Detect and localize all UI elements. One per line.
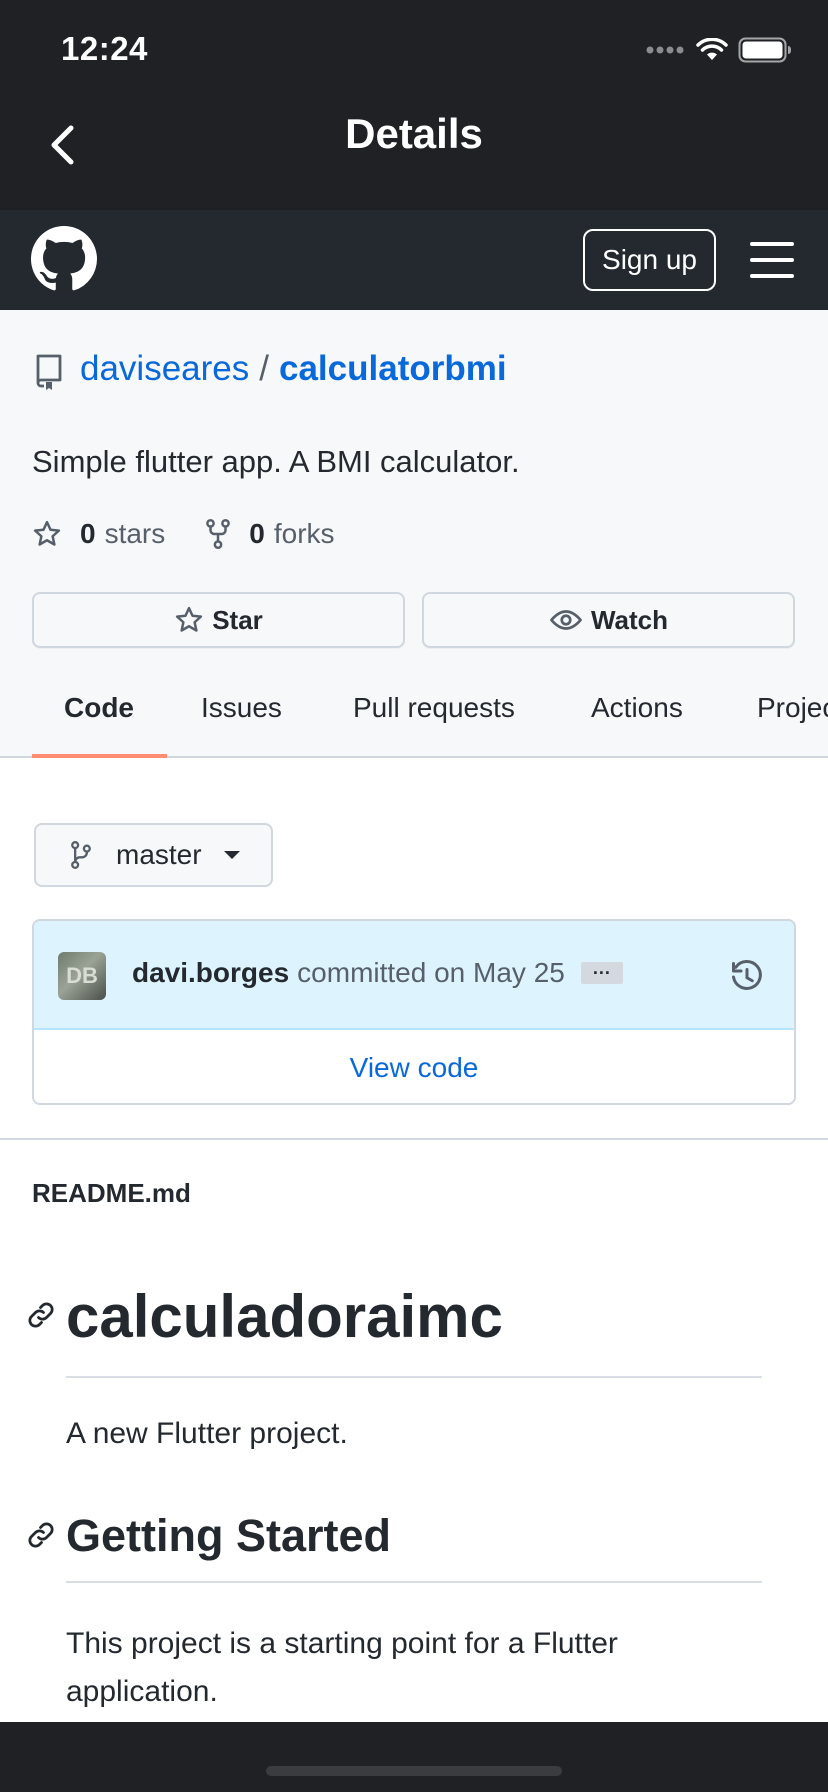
star-button-label: Star bbox=[212, 604, 263, 635]
readme-heading-2: Getting Started bbox=[66, 1510, 392, 1561]
link-icon[interactable] bbox=[26, 1520, 56, 1550]
caret-down-icon bbox=[223, 851, 240, 859]
avatar-initials: DB bbox=[66, 963, 98, 988]
hamburger-line bbox=[750, 242, 794, 246]
commit-author-link[interactable]: davi.borges bbox=[132, 957, 289, 989]
page-title: Details bbox=[345, 110, 483, 157]
watch-button[interactable]: Watch bbox=[422, 592, 795, 648]
watch-button-label: Watch bbox=[590, 604, 669, 635]
repo-icon bbox=[36, 354, 62, 390]
repo-name-link[interactable]: calculatorbmi bbox=[279, 349, 507, 389]
status-icons bbox=[646, 36, 792, 64]
signal-icon bbox=[646, 46, 684, 54]
tab-actions[interactable]: Actions bbox=[591, 672, 683, 756]
history-icon[interactable] bbox=[729, 959, 765, 995]
star-icon bbox=[176, 606, 203, 632]
stars-label: stars bbox=[104, 518, 166, 549]
tab-issues[interactable]: Issues bbox=[201, 672, 282, 756]
heading-rule bbox=[66, 1581, 762, 1583]
repo-tabs: Code Issues Pull requests Actions Projec… bbox=[0, 672, 828, 758]
tab-projects[interactable]: Projects bbox=[757, 672, 828, 756]
commit-expand-button[interactable]: ··· bbox=[580, 962, 623, 984]
section-divider bbox=[0, 1138, 828, 1140]
tab-code[interactable]: Code bbox=[64, 672, 134, 756]
hamburger-menu-icon[interactable] bbox=[750, 242, 794, 278]
branch-selector[interactable]: master bbox=[34, 823, 273, 887]
repo-owner-link[interactable]: daviseares bbox=[80, 349, 249, 389]
commit-message: committed on May 25 bbox=[297, 957, 565, 988]
branch-name: master bbox=[116, 839, 202, 870]
readme-heading-1: calculadoraimc bbox=[66, 1283, 503, 1350]
bottom-bar bbox=[0, 1722, 828, 1792]
status-time: 12:24 bbox=[61, 30, 148, 67]
avatar[interactable]: DB bbox=[58, 952, 106, 1000]
latest-commit-box: DB davi.borges committed on May 25 ··· V… bbox=[32, 919, 796, 1105]
status-bar: 12:24 bbox=[0, 0, 828, 96]
readme-paragraph: This project is a starting point for a F… bbox=[66, 1627, 618, 1708]
git-branch-icon bbox=[71, 841, 91, 869]
view-code-link[interactable]: View code bbox=[34, 1030, 794, 1103]
forks-count: 0 bbox=[249, 518, 265, 549]
wifi-icon bbox=[696, 38, 728, 60]
stars-count: 0 bbox=[80, 518, 96, 549]
home-indicator[interactable] bbox=[266, 1766, 562, 1776]
readme-paragraph: A new Flutter project. bbox=[66, 1417, 348, 1450]
hamburger-line bbox=[750, 274, 794, 278]
nav-bar: Details bbox=[0, 96, 828, 210]
repo-stats: 0 stars 0 forks bbox=[32, 518, 375, 550]
commit-summary: davi.borges committed on May 25 ··· bbox=[132, 957, 623, 989]
forks-label: forks bbox=[273, 518, 335, 549]
repo-description: Simple flutter app. A BMI calculator. bbox=[32, 444, 520, 479]
heading-rule bbox=[66, 1376, 762, 1378]
link-icon[interactable] bbox=[26, 1300, 56, 1330]
hamburger-line bbox=[750, 258, 794, 262]
stars-stat[interactable]: 0 stars bbox=[32, 518, 165, 550]
repo-header: daviseares / calculatorbmi Simple flutte… bbox=[0, 310, 828, 758]
repo-title: daviseares / calculatorbmi bbox=[32, 348, 507, 390]
tab-pull-requests[interactable]: Pull requests bbox=[353, 672, 515, 756]
commit-header: DB davi.borges committed on May 25 ··· bbox=[34, 921, 794, 1030]
readme-filename: README.md bbox=[32, 1178, 191, 1208]
repo-separator: / bbox=[259, 349, 269, 388]
github-octocat-icon[interactable] bbox=[31, 226, 97, 292]
battery-icon bbox=[738, 37, 791, 63]
github-header: Sign up bbox=[0, 210, 828, 310]
star-icon bbox=[33, 520, 61, 546]
sign-up-button[interactable]: Sign up bbox=[583, 229, 716, 291]
fork-icon bbox=[206, 519, 231, 549]
star-button[interactable]: Star bbox=[32, 592, 405, 648]
eye-icon bbox=[550, 610, 582, 630]
active-tab-indicator bbox=[32, 754, 167, 758]
forks-stat[interactable]: 0 forks bbox=[205, 518, 335, 550]
